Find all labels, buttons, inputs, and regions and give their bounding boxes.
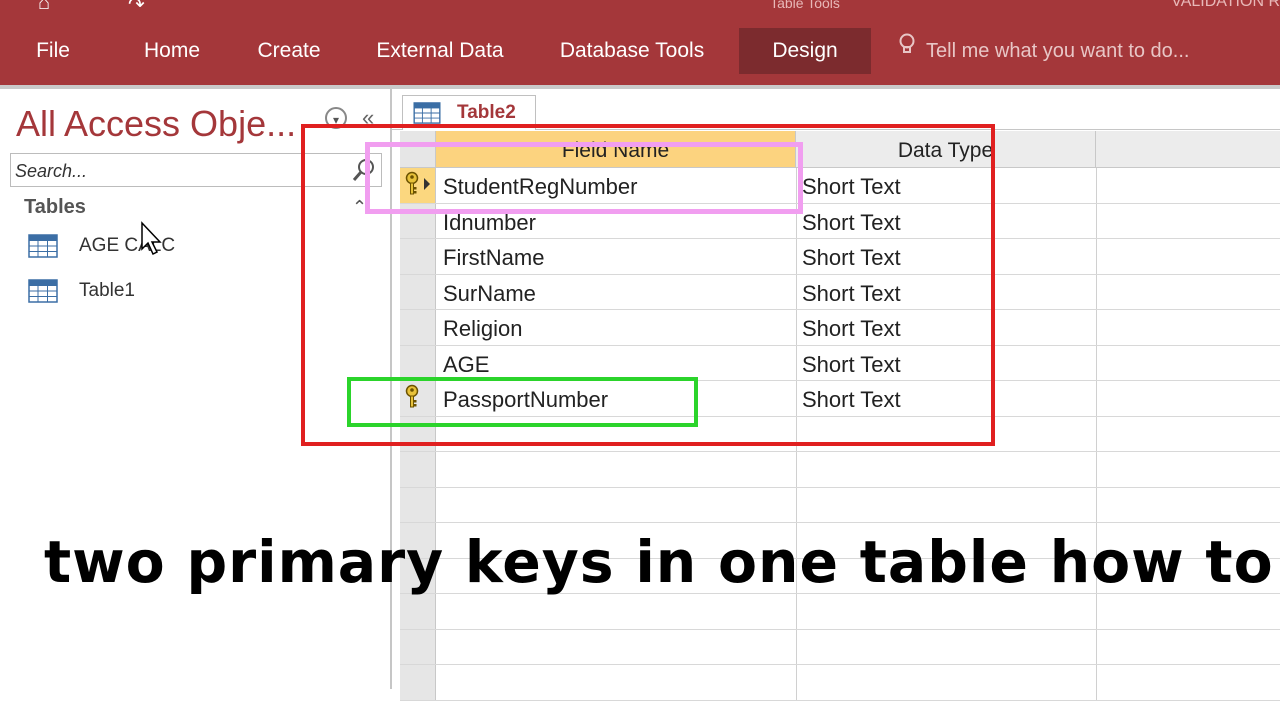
empty-row[interactable] xyxy=(400,629,1280,665)
tab-design[interactable]: Design xyxy=(739,28,871,74)
column-divider xyxy=(1096,416,1097,451)
empty-row[interactable] xyxy=(400,665,1280,701)
tab-home[interactable]: Home xyxy=(140,28,204,74)
empty-row[interactable] xyxy=(400,452,1280,488)
search-input[interactable] xyxy=(13,158,347,184)
home-icon[interactable]: ⌂ xyxy=(38,0,50,15)
column-divider xyxy=(1096,594,1097,629)
column-divider xyxy=(1096,452,1097,487)
nav-pane-title[interactable]: All Access Obje... xyxy=(16,103,296,145)
window-title: VALIDATION R xyxy=(1171,0,1280,10)
column-divider xyxy=(796,629,797,664)
document-tab-label: Table2 xyxy=(457,102,516,123)
table-icon xyxy=(28,234,58,258)
column-divider xyxy=(796,594,797,629)
tab-create[interactable]: Create xyxy=(256,28,322,74)
row-selector[interactable] xyxy=(400,452,436,487)
row-selector[interactable] xyxy=(400,487,436,522)
tell-me-text: Tell me what you want to do... xyxy=(926,40,1190,62)
highlight-box-green xyxy=(347,377,698,427)
context-tab-group-label: Table Tools xyxy=(770,0,840,11)
highlight-box-pink xyxy=(365,142,803,214)
column-divider xyxy=(796,487,797,522)
column-header-description[interactable] xyxy=(1096,131,1280,167)
row-selector[interactable] xyxy=(400,594,436,629)
column-divider xyxy=(1096,665,1097,700)
video-caption: two primary keys in one table how to xyxy=(44,528,1274,596)
row-selector[interactable] xyxy=(400,629,436,664)
column-divider xyxy=(1096,487,1097,522)
table-icon xyxy=(413,102,441,124)
lightbulb-icon xyxy=(898,28,918,74)
column-divider xyxy=(1096,310,1097,345)
tell-me-box[interactable]: Tell me what you want to do... xyxy=(898,28,1189,74)
tab-database-tools[interactable]: Database Tools xyxy=(557,28,707,74)
tab-file[interactable]: File xyxy=(36,28,70,74)
empty-row[interactable] xyxy=(400,487,1280,523)
redo-icon[interactable]: ↷ xyxy=(128,0,145,17)
row-selector[interactable] xyxy=(400,665,436,700)
column-divider xyxy=(1096,381,1097,416)
group-header-tables[interactable]: Tables xyxy=(24,196,86,219)
column-divider xyxy=(1096,345,1097,380)
mouse-cursor-icon xyxy=(141,221,162,256)
column-divider xyxy=(1096,274,1097,309)
nav-item-label: Table1 xyxy=(79,280,135,301)
ribbon: ⌂ ↷ Table Tools VALIDATION R File Home C… xyxy=(0,0,1280,87)
column-divider xyxy=(796,665,797,700)
table-icon xyxy=(28,279,58,303)
column-divider xyxy=(1096,203,1097,238)
tab-external-data[interactable]: External Data xyxy=(374,28,506,74)
column-divider xyxy=(1096,168,1097,203)
column-divider xyxy=(1096,629,1097,664)
column-divider xyxy=(796,452,797,487)
empty-row[interactable] xyxy=(400,594,1280,630)
column-divider xyxy=(1096,239,1097,274)
